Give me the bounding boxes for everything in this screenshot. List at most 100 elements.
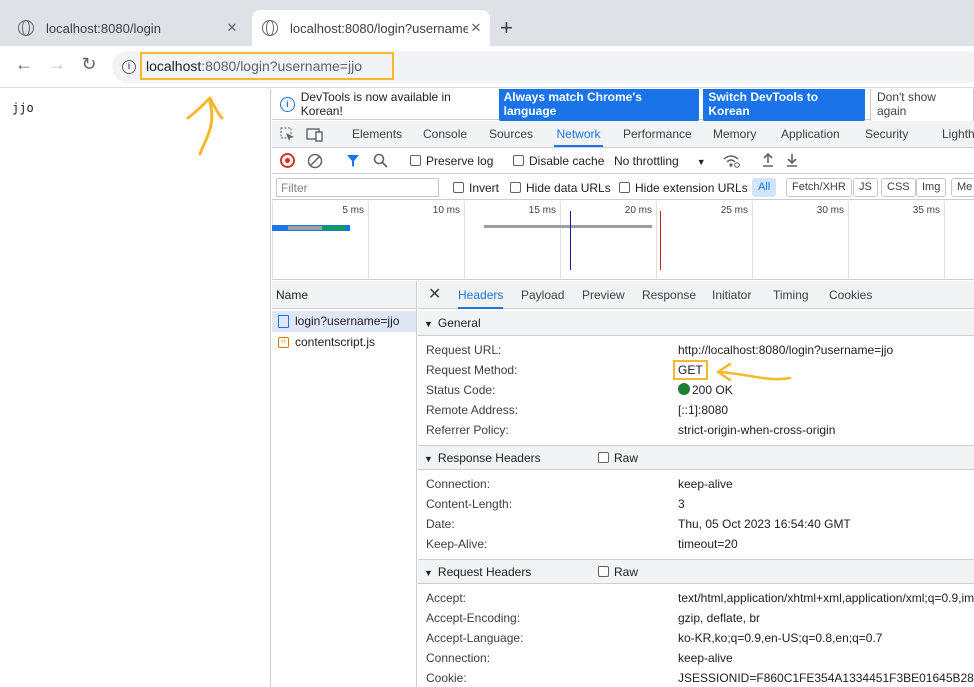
request-list: Name login?username=jjo ‹› contentscript.…	[272, 281, 417, 687]
tab-lighthouse[interactable]: Lighth	[942, 121, 974, 147]
import-har-icon[interactable]	[761, 152, 775, 168]
annotation-arrow-up	[186, 96, 224, 156]
browser-tab-login-username[interactable]: localhost:8080/login?username ✕	[252, 10, 490, 46]
tab-memory[interactable]: Memory	[713, 121, 756, 147]
header-row: Content-Length: 3	[426, 497, 685, 511]
language-infobar: i DevTools is now available in Korean! A…	[272, 89, 974, 122]
timeline-waiting-segment	[288, 226, 322, 230]
tab-cookies[interactable]: Cookies	[829, 281, 872, 309]
site-info-icon[interactable]: i	[122, 60, 136, 74]
device-toolbar-icon[interactable]	[306, 127, 324, 142]
inspect-element-icon[interactable]	[280, 127, 295, 142]
network-overview-timeline[interactable]: 5 ms 10 ms 15 ms 20 ms 25 ms 30 ms 35 ms	[272, 201, 974, 280]
collapse-triangle-icon: ▼	[424, 568, 433, 578]
tab-initiator[interactable]: Initiator	[712, 281, 751, 309]
record-icon[interactable]	[280, 153, 295, 168]
collapse-triangle-icon: ▼	[424, 454, 433, 464]
tab-headers[interactable]: Headers	[458, 281, 504, 309]
name-column-header[interactable]: Name	[272, 281, 416, 309]
request-row[interactable]: login?username=jjo	[272, 311, 416, 332]
header-row: Request URL: http://localhost:8080/login?…	[426, 343, 894, 357]
filter-chip-all[interactable]: All	[752, 178, 777, 197]
hide-extension-urls-checkbox[interactable]: Hide extension URLs	[619, 181, 748, 195]
browser-toolbar: ← → ↻ i localhost:8080/login?username=jj…	[0, 46, 974, 88]
timeline-tick: 20 ms	[560, 201, 656, 280]
raw-checkbox[interactable]: Raw	[598, 446, 638, 471]
address-bar[interactable]: i localhost:8080/login?username=jjo	[112, 51, 974, 83]
load-marker	[660, 211, 661, 270]
close-tab-icon[interactable]: ✕	[468, 20, 484, 36]
switch-korean-button[interactable]: Switch DevTools to Korean	[703, 89, 865, 122]
match-language-button[interactable]: Always match Chrome's language	[498, 89, 700, 122]
devtools-panel: i DevTools is now available in Korean! A…	[272, 89, 974, 687]
filter-chip-js[interactable]: JS	[853, 178, 878, 197]
filter-chip-media[interactable]: Me	[951, 178, 974, 197]
timeline-tick	[944, 201, 974, 280]
timeline-tick: 15 ms	[464, 201, 560, 280]
filter-chip-fetch-xhr[interactable]: Fetch/XHR	[786, 178, 852, 197]
tab-performance[interactable]: Performance	[623, 121, 692, 147]
tab-sources[interactable]: Sources	[489, 121, 533, 147]
browser-tab-login[interactable]: localhost:8080/login ✕	[18, 10, 246, 46]
info-icon: i	[280, 96, 295, 112]
status-ok-dot	[678, 383, 690, 395]
header-row: Connection: keep-alive	[426, 651, 733, 665]
network-conditions-icon[interactable]	[722, 153, 740, 169]
tab-network[interactable]: Network	[554, 121, 603, 147]
annotation-arrow-left	[716, 362, 792, 382]
header-row: Accept-Language: ko-KR,ko;q=0.9,en-US;q=0…	[426, 631, 883, 645]
filter-input[interactable]: Filter	[276, 178, 439, 197]
tab-console[interactable]: Console	[423, 121, 467, 147]
reload-icon[interactable]: ↻	[77, 54, 101, 75]
header-row: Remote Address: [::1]:8080	[426, 403, 729, 417]
timeline-tick: 25 ms	[656, 201, 752, 280]
tab-timing[interactable]: Timing	[773, 281, 809, 309]
close-tab-icon[interactable]: ✕	[224, 20, 240, 36]
dont-show-again-button[interactable]: Don't show again	[869, 89, 974, 122]
hide-data-urls-checkbox[interactable]: Hide data URLs	[510, 181, 611, 195]
preserve-log-checkbox[interactable]: Preserve log	[410, 154, 493, 168]
header-row: Cookie: JSESSIONID=F860C1FE354A1334451F3B…	[426, 671, 974, 685]
dropdown-triangle-icon: ▼	[696, 157, 706, 167]
tab-elements[interactable]: Elements	[352, 121, 402, 147]
tab-response[interactable]: Response	[642, 281, 696, 309]
filter-icon[interactable]	[346, 154, 360, 168]
search-icon[interactable]	[373, 153, 388, 168]
network-toolbar: Preserve log Disable cache No throttling…	[272, 148, 974, 174]
section-general[interactable]: ▼ General	[418, 311, 974, 336]
section-request-headers[interactable]: ▼ Request Headers Raw	[418, 559, 974, 584]
new-tab-button[interactable]: +	[500, 14, 513, 42]
export-har-icon[interactable]	[785, 152, 799, 168]
collapse-triangle-icon: ▼	[424, 319, 433, 329]
close-details-icon[interactable]: ✕	[428, 284, 441, 304]
timeline-request-bar	[484, 225, 652, 228]
filter-chip-img[interactable]: Img	[916, 178, 947, 197]
browser-tab-bar: localhost:8080/login ✕ localhost:8080/lo…	[0, 0, 974, 46]
section-response-headers[interactable]: ▼ Response Headers Raw	[418, 445, 974, 470]
globe-icon	[262, 20, 278, 36]
infobar-message: DevTools is now available in Korean!	[300, 90, 451, 118]
document-icon	[278, 315, 289, 328]
tab-preview[interactable]: Preview	[582, 281, 625, 309]
request-method-value: GET	[673, 360, 708, 380]
disable-cache-checkbox[interactable]: Disable cache	[513, 154, 604, 168]
clear-icon[interactable]	[307, 153, 323, 169]
header-row: Date: Thu, 05 Oct 2023 16:54:40 GMT	[426, 517, 851, 531]
header-row: Connection: keep-alive	[426, 477, 733, 491]
tab-application[interactable]: Application	[781, 121, 840, 147]
back-arrow-icon[interactable]: ←	[12, 54, 36, 75]
tab-security[interactable]: Security	[865, 121, 908, 147]
throttling-select[interactable]: No throttling ▼	[614, 154, 706, 168]
header-row: Accept: text/html,application/xhtml+xml,a…	[426, 591, 974, 605]
raw-checkbox[interactable]: Raw	[598, 560, 638, 585]
tab-payload[interactable]: Payload	[521, 281, 564, 309]
invert-checkbox[interactable]: Invert	[453, 181, 499, 195]
domcontentloaded-marker	[570, 211, 571, 270]
timeline-tick: 5 ms	[272, 201, 368, 280]
url-text[interactable]: localhost:8080/login?username=jjo	[140, 52, 394, 80]
forward-arrow-icon[interactable]: →	[45, 54, 69, 75]
request-row[interactable]: ‹› contentscript.js	[272, 332, 416, 353]
page-body-text: jjo	[12, 101, 34, 115]
filter-chip-css[interactable]: CSS	[881, 178, 916, 197]
filter-bar: Filter Invert Hide data URLs Hide extens…	[272, 175, 974, 200]
